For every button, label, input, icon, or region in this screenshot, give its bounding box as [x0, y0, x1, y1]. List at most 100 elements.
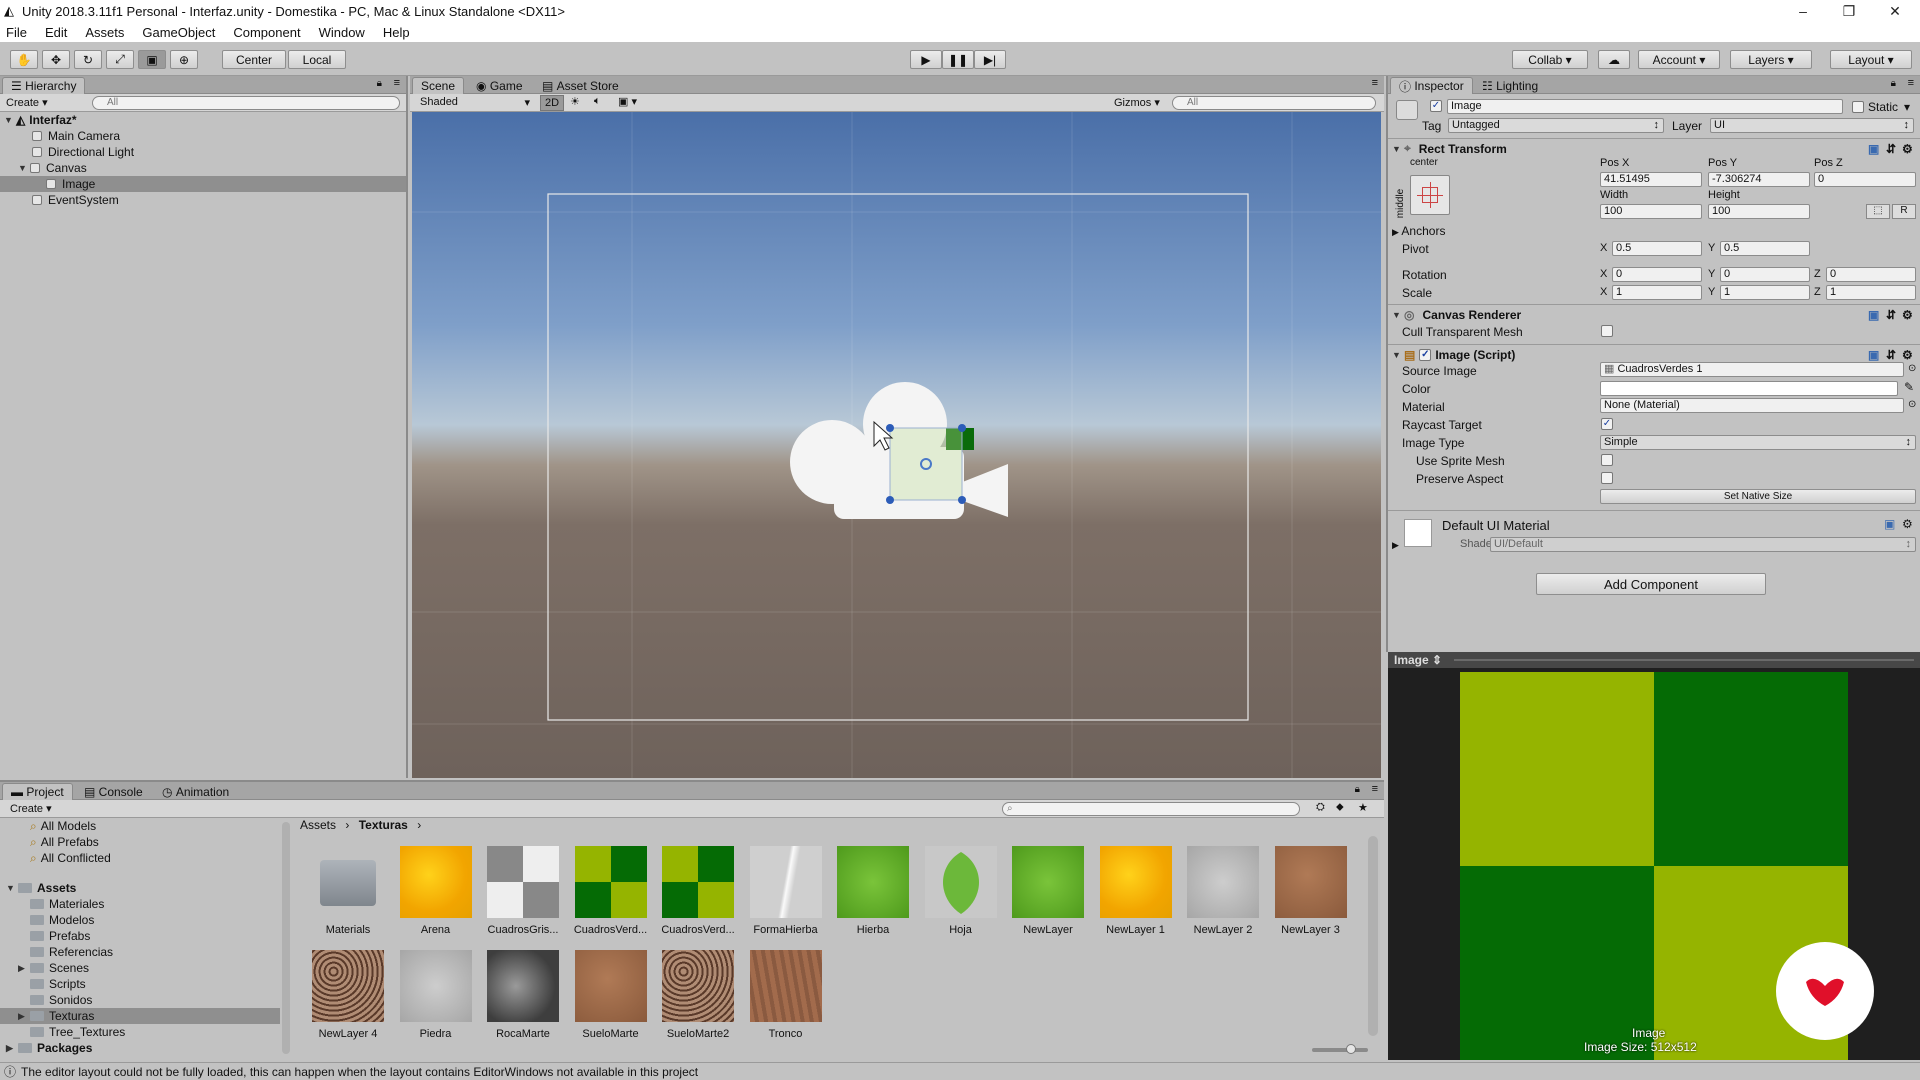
cloud-icon[interactable]: ☁: [1598, 50, 1630, 69]
maximize-button[interactable]: ❐: [1826, 0, 1872, 22]
asset-item[interactable]: RocaMarte: [483, 950, 563, 1040]
shading-mode-dropdown[interactable]: Shaded ▾: [420, 96, 530, 109]
breadcrumb-assets[interactable]: Assets: [300, 818, 336, 832]
asset-item[interactable]: SueloMarte: [571, 950, 651, 1040]
tab-game[interactable]: ◉ Game: [468, 77, 531, 94]
lock-icon[interactable]: 🔒︎: [1355, 784, 1360, 795]
tab-asset-store[interactable]: ▤ Asset Store: [534, 77, 627, 94]
audio-toggle-icon[interactable]: 🔈︎: [594, 95, 601, 108]
effects-dropdown-icon[interactable]: ▣ ▾: [618, 95, 637, 108]
rot-x-field[interactable]: 0: [1612, 267, 1702, 282]
pivot-y-field[interactable]: 0.5: [1720, 241, 1810, 256]
hierarchy-item-directional-light[interactable]: Directional Light: [0, 144, 406, 160]
rotate-tool-icon[interactable]: ↻: [74, 50, 102, 69]
material-field[interactable]: None (Material): [1600, 398, 1904, 413]
folder-prefabs[interactable]: Prefabs: [30, 928, 90, 944]
eyedropper-icon[interactable]: ✎: [1904, 380, 1914, 394]
help-icon[interactable]: ▣: [1868, 308, 1879, 322]
image-enabled-checkbox[interactable]: ✓: [1419, 348, 1432, 361]
shader-dropdown[interactable]: UI/Default ↕: [1490, 537, 1916, 552]
hierarchy-item-image[interactable]: Image: [0, 176, 406, 192]
rect-transform-header[interactable]: ▼ ⌖ Rect Transform ▣ ⇵ ⚙: [1388, 138, 1920, 158]
folder-referencias[interactable]: Referencias: [30, 944, 113, 960]
help-icon[interactable]: ▣: [1868, 348, 1879, 362]
filter-by-type-icon[interactable]: ⛭: [1316, 801, 1325, 814]
tab-console[interactable]: ▤ Console: [76, 783, 151, 800]
pivot-x-field[interactable]: 0.5: [1612, 241, 1702, 256]
preview-dropdown-icon[interactable]: ⇕: [1432, 653, 1442, 667]
scene-viewport[interactable]: [412, 112, 1381, 778]
move-tool-icon[interactable]: ✥: [42, 50, 70, 69]
tab-hierarchy[interactable]: ☰ Hierarchy: [2, 77, 86, 94]
preset-icon[interactable]: ⇵: [1886, 348, 1896, 362]
hierarchy-item-main-camera[interactable]: Main Camera: [0, 128, 406, 144]
preserve-aspect-checkbox[interactable]: [1601, 472, 1613, 484]
static-dropdown-icon[interactable]: ▾: [1904, 100, 1910, 114]
settings-gear-icon[interactable]: ⚙: [1902, 142, 1913, 156]
scale-tool-icon[interactable]: ⤢: [106, 50, 134, 69]
asset-item[interactable]: FormaHierba: [746, 846, 826, 936]
step-button[interactable]: ▶|: [974, 50, 1006, 69]
posy-field[interactable]: -7.306274: [1708, 172, 1810, 187]
panel-menu-icon[interactable]: ≡: [1908, 77, 1914, 89]
help-icon[interactable]: ▣: [1868, 142, 1879, 156]
tab-lighting[interactable]: ☷ Lighting: [1474, 77, 1546, 94]
raw-edit-button[interactable]: R: [1892, 204, 1916, 219]
hierarchy-search-input[interactable]: All: [92, 96, 400, 110]
object-picker-icon[interactable]: ⊙: [1908, 399, 1916, 410]
canvas-renderer-header[interactable]: ▼ ◎ Canvas Renderer ▣ ⇵ ⚙: [1388, 304, 1920, 324]
preset-icon[interactable]: ⇵: [1886, 308, 1896, 322]
hierarchy-item-eventsystem[interactable]: EventSystem: [0, 192, 406, 208]
add-component-button[interactable]: Add Component: [1536, 573, 1766, 595]
layout-dropdown[interactable]: Layout ▾: [1830, 50, 1912, 69]
asset-item[interactable]: Materials: [308, 846, 388, 936]
image-type-dropdown[interactable]: Simple ↕: [1600, 435, 1916, 450]
favorite-all-prefabs[interactable]: ⌕ All Prefabs: [30, 834, 99, 850]
folder-texturas[interactable]: ▶ Texturas: [0, 1008, 280, 1024]
collapse-arrow-icon[interactable]: ▶: [6, 1043, 18, 1054]
menu-component[interactable]: Component: [233, 25, 300, 40]
width-field[interactable]: 100: [1600, 204, 1702, 219]
expand-arrow-icon[interactable]: ▼: [1392, 144, 1404, 154]
tag-dropdown[interactable]: Untagged ↕: [1448, 118, 1664, 133]
filter-by-label-icon[interactable]: ⬥: [1336, 801, 1344, 814]
preset-icon[interactable]: ⇵: [1886, 142, 1896, 156]
expand-arrow-icon[interactable]: ▼: [4, 115, 16, 125]
favorite-all-conflicted[interactable]: ⌕ All Conflicted: [30, 850, 111, 866]
image-script-header[interactable]: ▼ ▤ ✓ Image (Script) ▣ ⇵ ⚙: [1388, 344, 1920, 364]
lock-icon[interactable]: 🔒︎: [377, 78, 382, 89]
tab-inspector[interactable]: ⓘ Inspector: [1390, 77, 1473, 94]
hierarchy-create-button[interactable]: Create ▾: [6, 96, 48, 109]
scene-root-row[interactable]: ▼ ◭ Interfaz*: [0, 112, 406, 128]
asset-grid-scrollbar[interactable]: [1368, 836, 1378, 1036]
hierarchy-item-canvas[interactable]: ▼ Canvas: [0, 160, 406, 176]
height-field[interactable]: 100: [1708, 204, 1810, 219]
settings-gear-icon[interactable]: ⚙: [1902, 517, 1913, 531]
lock-icon[interactable]: 🔒︎: [1891, 78, 1896, 89]
asset-item[interactable]: CuadrosGris...: [483, 846, 563, 936]
pivot-local-toggle[interactable]: Local: [288, 50, 346, 69]
menu-assets[interactable]: Assets: [85, 25, 124, 40]
favorite-all-models[interactable]: ⌕ All Models: [30, 818, 96, 834]
scale-z-field[interactable]: 1: [1826, 285, 1916, 300]
tab-animation[interactable]: ◷ Animation: [154, 783, 237, 800]
asset-item[interactable]: Arena: [396, 846, 476, 936]
pause-button[interactable]: ❚❚: [942, 50, 974, 69]
minimize-button[interactable]: –: [1780, 0, 1826, 22]
folder-materiales[interactable]: Materiales: [30, 896, 104, 912]
panel-menu-icon[interactable]: ≡: [1372, 77, 1378, 89]
sprite-mesh-checkbox[interactable]: [1601, 454, 1613, 466]
asset-item[interactable]: Tronco: [746, 950, 826, 1040]
folder-sonidos[interactable]: Sonidos: [30, 992, 92, 1008]
panel-menu-icon[interactable]: ≡: [394, 77, 400, 89]
asset-item[interactable]: Hoja: [921, 846, 1001, 936]
expand-arrow-icon[interactable]: ▼: [1392, 310, 1404, 320]
asset-item[interactable]: NewLayer 1: [1096, 846, 1176, 936]
asset-item[interactable]: NewLayer 4: [308, 950, 388, 1040]
rot-z-field[interactable]: 0: [1826, 267, 1916, 282]
folder-scripts[interactable]: Scripts: [30, 976, 86, 992]
account-dropdown[interactable]: Account ▾: [1638, 50, 1720, 69]
anchors-foldout[interactable]: ▶ Anchors: [1392, 224, 1445, 238]
menu-edit[interactable]: Edit: [45, 25, 67, 40]
object-picker-icon[interactable]: ⊙: [1908, 363, 1916, 374]
